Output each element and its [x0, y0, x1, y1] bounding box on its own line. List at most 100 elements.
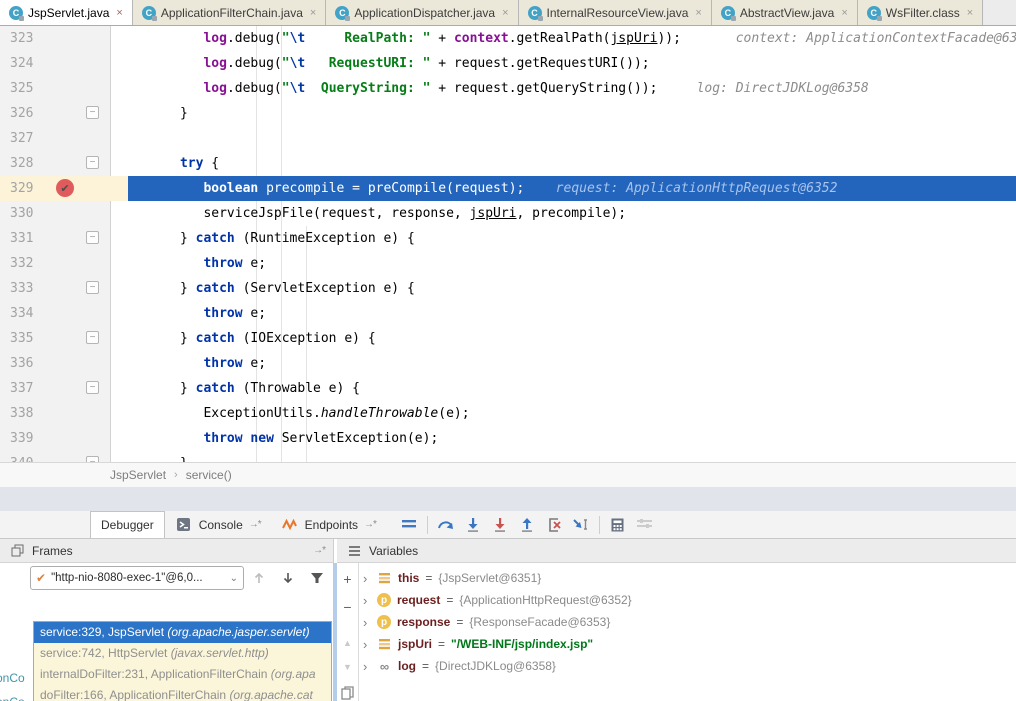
gutter-line-338[interactable]: 338 — [0, 401, 128, 426]
code-line-334[interactable]: throw e; — [128, 301, 1016, 326]
close-icon[interactable]: × — [502, 7, 508, 19]
gutter-line-335[interactable]: 335− — [0, 326, 128, 351]
variable-row-request[interactable]: ›prequest = {ApplicationHttpRequest@6352… — [363, 589, 632, 611]
remove-watch-button[interactable]: − — [337, 597, 358, 617]
code-line-336[interactable]: throw e; — [128, 351, 1016, 376]
variable-row-this[interactable]: ›this = {JspServlet@6351} — [363, 567, 541, 589]
menu-icon[interactable] — [400, 516, 418, 534]
close-icon[interactable]: × — [116, 7, 122, 19]
code-line-324[interactable]: log.debug("\t RequestURI: " + request.ge… — [128, 51, 1016, 76]
editor-gutter[interactable]: 323324325326−327328−329✔330331−332333−33… — [0, 26, 128, 462]
fold-marker-icon[interactable]: − — [86, 331, 99, 344]
step-into-icon[interactable] — [464, 516, 482, 534]
gutter-line-323[interactable]: 323 — [0, 26, 128, 51]
panel-divider-line — [333, 539, 334, 563]
gutter-line-332[interactable]: 332 — [0, 251, 128, 276]
run-to-cursor-icon[interactable] — [572, 516, 590, 534]
variable-row-log[interactable]: ›∞log = {DirectJDKLog@6358} — [363, 655, 556, 677]
editor-tab-applicationdispatcher-java[interactable]: CApplicationDispatcher.java× — [326, 0, 518, 25]
code-editor[interactable]: 323324325326−327328−329✔330331−332333−33… — [0, 26, 1016, 462]
code-line-339[interactable]: throw new ServletException(e); — [128, 426, 1016, 451]
code-line-331[interactable]: } catch (RuntimeException e) { — [128, 226, 1016, 251]
gutter-line-326[interactable]: 326− — [0, 101, 128, 126]
frame-row-0[interactable]: service:329, JspServlet (org.apache.jasp… — [34, 622, 331, 643]
expand-chevron-icon[interactable]: › — [363, 615, 371, 630]
code-line-335[interactable]: } catch (IOException e) { — [128, 326, 1016, 351]
fold-marker-icon[interactable]: − — [86, 456, 99, 462]
editor-tab-internalresourceview-java[interactable]: CInternalResourceView.java× — [519, 0, 712, 25]
gutter-line-334[interactable]: 334 — [0, 301, 128, 326]
frame-row-1[interactable]: service:742, HttpServlet (javax.servlet.… — [34, 643, 331, 664]
debug-tab-console[interactable]: Console→* — [165, 511, 271, 538]
filter-frames-icon[interactable] — [307, 568, 327, 588]
add-watch-button[interactable]: + — [337, 569, 358, 589]
debug-tab-debugger[interactable]: Debugger — [90, 511, 165, 538]
expand-chevron-icon[interactable]: › — [363, 659, 371, 674]
layout-settings-icon[interactable] — [636, 516, 654, 534]
close-icon[interactable]: × — [310, 7, 316, 19]
fold-marker-icon[interactable]: − — [86, 106, 99, 119]
code-line-330[interactable]: serviceJspFile(request, response, jspUri… — [128, 201, 1016, 226]
code-line-340[interactable]: } — [128, 451, 1016, 462]
gutter-line-327[interactable]: 327 — [0, 126, 128, 151]
gutter-line-328[interactable]: 328− — [0, 151, 128, 176]
gutter-line-331[interactable]: 331− — [0, 226, 128, 251]
drop-frame-icon[interactable] — [545, 516, 563, 534]
scroll-up-button[interactable]: ▲ — [337, 633, 358, 653]
editor-tab-applicationfilterchain-java[interactable]: CApplicationFilterChain.java× — [133, 0, 327, 25]
debug-tab-endpoints[interactable]: Endpoints→* — [271, 511, 386, 538]
fold-marker-icon[interactable]: − — [86, 381, 99, 394]
close-icon[interactable]: × — [695, 7, 701, 19]
gutter-line-333[interactable]: 333− — [0, 276, 128, 301]
expand-chevron-icon[interactable]: › — [363, 593, 371, 608]
editor-tab-wsfilter-class[interactable]: CWsFilter.class× — [858, 0, 983, 25]
gutter-line-337[interactable]: 337− — [0, 376, 128, 401]
gutter-line-325[interactable]: 325 — [0, 76, 128, 101]
fold-marker-icon[interactable]: − — [86, 231, 99, 244]
code-line-337[interactable]: } catch (Throwable e) { — [128, 376, 1016, 401]
thread-selector[interactable]: ✔ "http-nio-8080-exec-1"@6,0... ⌄ — [30, 566, 244, 590]
frame-row-2[interactable]: internalDoFilter:231, ApplicationFilterC… — [34, 664, 331, 685]
fold-marker-icon[interactable]: − — [86, 156, 99, 169]
code-line-338[interactable]: ExceptionUtils.handleThrowable(e); — [128, 401, 1016, 426]
variable-row-jspUri[interactable]: ›jspUri = "/WEB-INF/jsp/index.jsp" — [363, 633, 593, 655]
gutter-line-324[interactable]: 324 — [0, 51, 128, 76]
gutter-line-329[interactable]: 329✔ — [0, 176, 128, 201]
copy-icon[interactable] — [337, 683, 358, 701]
scroll-down-button[interactable]: ▼ — [337, 657, 358, 677]
breadcrumb-method[interactable]: service() — [186, 468, 232, 482]
code-line-329[interactable]: boolean precompile = preCompile(request)… — [128, 176, 1016, 201]
code-line-325[interactable]: log.debug("\t QueryString: " + request.g… — [128, 76, 1016, 101]
code-line-326[interactable]: } — [128, 101, 1016, 126]
close-icon[interactable]: × — [967, 7, 973, 19]
editor-tab-jspservlet-java[interactable]: CJspServlet.java× — [0, 0, 133, 25]
variable-row-response[interactable]: ›presponse = {ResponseFacade@6353} — [363, 611, 610, 633]
gutter-line-340[interactable]: 340− — [0, 451, 128, 462]
step-over-icon[interactable] — [437, 516, 455, 534]
editor-code-area[interactable]: log.debug("\t RealPath: " + context.getR… — [128, 26, 1016, 462]
frames-pin-icon[interactable]: →* — [313, 545, 325, 556]
gutter-line-330[interactable]: 330 — [0, 201, 128, 226]
fold-marker-icon[interactable]: − — [86, 281, 99, 294]
code-line-323[interactable]: log.debug("\t RealPath: " + context.getR… — [128, 26, 1016, 51]
frame-row-3[interactable]: doFilter:166, ApplicationFilterChain (or… — [34, 685, 331, 701]
frame-up-button[interactable] — [249, 568, 269, 588]
close-icon[interactable]: × — [841, 7, 847, 19]
tab-label: ApplicationFilterChain.java — [161, 6, 303, 20]
expand-chevron-icon[interactable]: › — [363, 637, 371, 652]
gutter-line-336[interactable]: 336 — [0, 351, 128, 376]
step-out-icon[interactable] — [518, 516, 536, 534]
expand-chevron-icon[interactable]: › — [363, 571, 371, 586]
code-segment: throw — [203, 431, 242, 446]
code-line-327[interactable] — [128, 126, 1016, 151]
frame-down-button[interactable] — [278, 568, 298, 588]
force-step-into-icon[interactable] — [491, 516, 509, 534]
evaluate-expression-icon[interactable] — [609, 516, 627, 534]
breakpoint-icon[interactable]: ✔ — [56, 179, 74, 197]
gutter-line-339[interactable]: 339 — [0, 426, 128, 451]
code-line-328[interactable]: try { — [128, 151, 1016, 176]
breadcrumb-class[interactable]: JspServlet — [110, 468, 166, 482]
code-line-332[interactable]: throw e; — [128, 251, 1016, 276]
editor-tab-abstractview-java[interactable]: CAbstractView.java× — [712, 0, 858, 25]
code-line-333[interactable]: } catch (ServletException e) { — [128, 276, 1016, 301]
